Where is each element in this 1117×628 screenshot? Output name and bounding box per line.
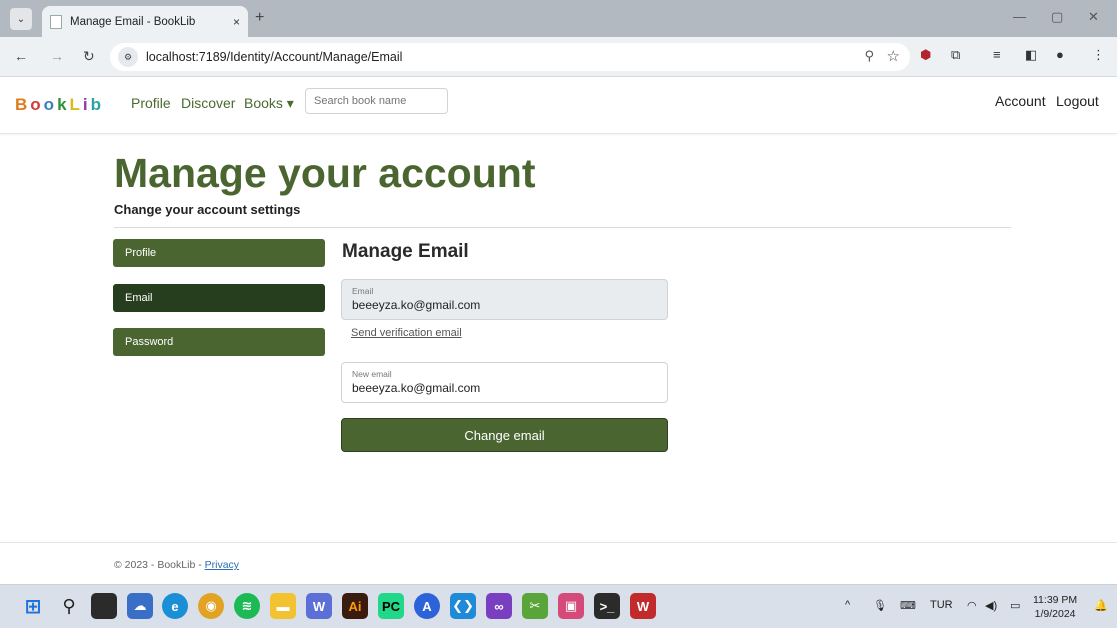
app-active-icon[interactable]: ▣: [558, 593, 584, 619]
bookmark-star-icon[interactable]: ☆: [887, 47, 900, 65]
spotify-icon[interactable]: ≋: [234, 593, 260, 619]
browser-tab[interactable]: Manage Email - BookLib ×: [42, 6, 248, 37]
clock[interactable]: 11:39 PM 1/9/2024: [1033, 593, 1077, 621]
section-title: Manage Email: [342, 241, 469, 262]
wifi-icon[interactable]: ◠: [967, 599, 977, 612]
nav-account-link[interactable]: Account: [995, 93, 1046, 109]
nav-discover-link[interactable]: Discover: [181, 95, 235, 111]
wps-office-icon[interactable]: W: [630, 593, 656, 619]
nav-books-dropdown[interactable]: Books ▾: [244, 95, 294, 112]
back-icon[interactable]: ←: [14, 48, 28, 64]
sidebar-item-password[interactable]: Password: [113, 328, 325, 356]
change-email-button[interactable]: Change email: [341, 418, 668, 452]
current-email-field: Email beeeyza.ko@gmail.com: [341, 279, 668, 320]
new-email-value[interactable]: beeeyza.ko@gmail.com: [352, 381, 657, 395]
tab-close-icon[interactable]: ×: [233, 15, 240, 29]
terminal-icon[interactable]: >_: [594, 593, 620, 619]
weather-widget-icon[interactable]: ☁: [127, 593, 153, 619]
new-email-field[interactable]: New email beeeyza.ko@gmail.com: [341, 362, 668, 403]
booklib-logo[interactable]: BookLib: [15, 95, 104, 115]
clock-date: 1/9/2024: [1034, 608, 1076, 620]
window-close-icon[interactable]: ✕: [1088, 9, 1099, 25]
start-windows-icon[interactable]: ⊞: [20, 593, 46, 619]
send-verification-link[interactable]: Send verification email: [351, 327, 462, 339]
reading-list-icon[interactable]: ≡: [993, 47, 1001, 62]
tab-title: Manage Email - BookLib: [70, 15, 196, 28]
visual-studio-icon[interactable]: ∞: [486, 593, 512, 619]
nav-profile-link[interactable]: Profile: [131, 95, 171, 111]
page-favicon-icon: [50, 14, 62, 29]
maximize-icon[interactable]: ▢: [1051, 9, 1063, 25]
privacy-link[interactable]: Privacy: [205, 559, 239, 571]
menu-kebab-icon[interactable]: ⋮: [1092, 47, 1105, 63]
microphone-icon[interactable]: 🎙: [873, 599, 887, 612]
profile-avatar-icon[interactable]: ●: [1056, 47, 1064, 62]
browser-toolbar: ← → ↻ ⚙ localhost:7189/Identity/Account/…: [0, 37, 1117, 77]
site-info-icon[interactable]: ⚙: [118, 47, 138, 67]
book-search-input[interactable]: [305, 88, 448, 114]
minimize-icon[interactable]: —: [1013, 9, 1026, 24]
keyboard-icon[interactable]: ⌨: [900, 599, 916, 612]
language-indicator[interactable]: TUR: [930, 599, 953, 611]
footer-divider: [0, 542, 1117, 543]
new-email-label: New email: [352, 369, 392, 379]
divider: [114, 227, 1011, 228]
email-label: Email: [352, 286, 374, 296]
reload-icon[interactable]: ↻: [83, 48, 95, 65]
site-navbar: BookLib Profile Discover Books ▾ Account…: [0, 78, 1117, 134]
ublock-extension-icon[interactable]: ⬢: [920, 47, 931, 63]
app-a-icon[interactable]: A: [414, 593, 440, 619]
nav-logout-link[interactable]: Logout: [1056, 93, 1099, 109]
vscode-icon[interactable]: ❮❯: [450, 593, 476, 619]
chrome-icon[interactable]: ◉: [198, 593, 224, 619]
forward-icon[interactable]: →: [50, 48, 64, 64]
page-subtitle: Change your account settings: [114, 202, 301, 217]
clock-time: 11:39 PM: [1033, 594, 1078, 606]
zoom-icon[interactable]: ⚲: [864, 48, 874, 64]
app-w-icon[interactable]: W: [306, 593, 332, 619]
email-value: beeeyza.ko@gmail.com: [352, 298, 481, 312]
search-icon[interactable]: ⚲: [56, 593, 82, 619]
browser-titlebar: ⌄ Manage Email - BookLib × + — ▢ ✕: [0, 0, 1117, 37]
illustrator-icon[interactable]: Ai: [342, 593, 368, 619]
extensions-puzzle-icon[interactable]: ⧉: [951, 47, 960, 63]
volume-icon[interactable]: ◀): [985, 599, 997, 612]
footer: © 2023 - BookLib - Privacy: [114, 559, 239, 571]
edge-icon[interactable]: e: [162, 593, 188, 619]
snipping-tool-icon[interactable]: ✂: [522, 593, 548, 619]
notifications-bell-icon[interactable]: 🔔: [1094, 599, 1108, 612]
new-tab-icon[interactable]: +: [255, 9, 264, 27]
sidebar-item-email[interactable]: Email: [113, 284, 325, 312]
file-explorer-icon[interactable]: ▬: [270, 593, 296, 619]
address-bar[interactable]: ⚙ localhost:7189/Identity/Account/Manage…: [110, 43, 910, 71]
battery-icon[interactable]: ▭: [1010, 599, 1020, 612]
sidebar-item-profile[interactable]: Profile: [113, 239, 325, 267]
pycharm-icon[interactable]: PC: [378, 593, 404, 619]
tab-search-button[interactable]: ⌄: [10, 8, 32, 30]
url-text: localhost:7189/Identity/Account/Manage/E…: [146, 50, 403, 64]
footer-copyright: © 2023 - BookLib -: [114, 559, 205, 571]
side-panel-icon[interactable]: ◧: [1025, 47, 1037, 63]
page-title: Manage your account: [114, 150, 536, 196]
windows-taskbar: ⊞ ⚲ ☁ e ◉ ≋ ▬ W Ai PC A ❮❯ ∞ ✂ ▣ >_ W ^ …: [0, 584, 1117, 628]
task-view-icon[interactable]: [91, 593, 117, 619]
tray-overflow-icon[interactable]: ^: [845, 599, 850, 611]
